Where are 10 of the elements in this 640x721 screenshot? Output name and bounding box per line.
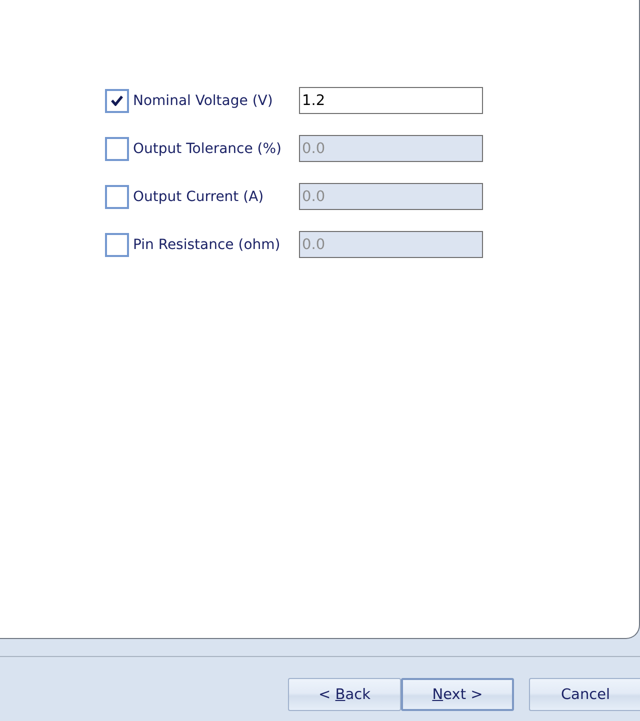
checkmark-icon [111, 95, 123, 106]
field-label: Output Tolerance (%) [133, 140, 283, 156]
field-label: Output Current (A) [133, 188, 265, 204]
field-label: Pin Resistance (ohm) [133, 236, 282, 252]
checkbox[interactable] [105, 88, 129, 112]
wizard-button[interactable]: Next > [401, 678, 514, 711]
field-label: Nominal Voltage (V) [133, 92, 274, 108]
wizard-button[interactable]: < Back [288, 678, 401, 711]
input-field[interactable]: 1.2 [299, 87, 483, 114]
wizard-button[interactable]: Cancel [529, 678, 640, 711]
